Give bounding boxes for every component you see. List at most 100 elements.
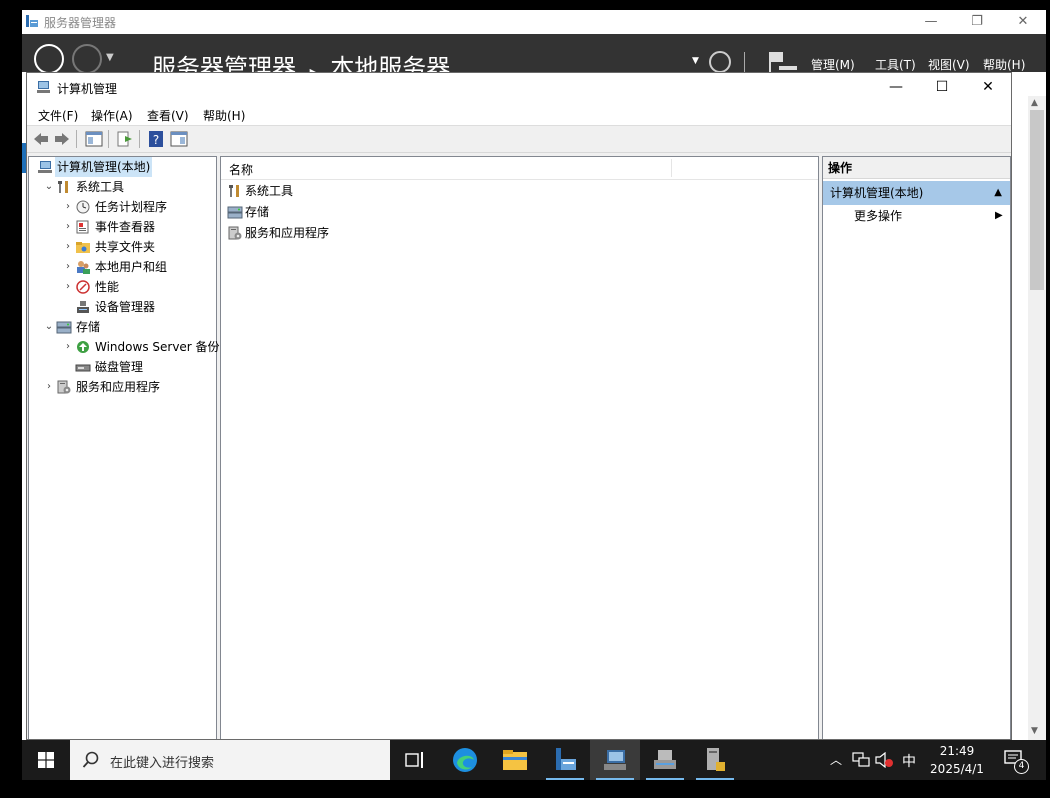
taskbar-search-box[interactable]: 在此键入进行搜索: [70, 740, 390, 780]
show-hidden-icons-chevron-icon[interactable]: ︿: [830, 751, 842, 768]
cm-toolbar: ?: [27, 126, 1011, 153]
tree-node-label: 计算机管理(本地): [55, 157, 153, 177]
computer-management-icon: [38, 161, 52, 173]
device-manager-icon: [77, 301, 89, 313]
tree-node[interactable]: 计算机管理(本地): [31, 157, 217, 177]
tree-node-label: 存储: [76, 320, 101, 334]
ime-indicator[interactable]: 中: [902, 751, 916, 771]
back-arrow-icon[interactable]: [34, 44, 64, 74]
shared-folders-icon: [76, 242, 90, 253]
taskbar-edge[interactable]: [440, 740, 490, 780]
menu-file[interactable]: 文件(F): [38, 107, 78, 124]
taskbar-file-explorer[interactable]: [490, 740, 540, 780]
refresh-icon[interactable]: [709, 51, 731, 73]
column-divider[interactable]: [671, 159, 672, 177]
sm-minimize-button[interactable]: —: [908, 10, 954, 34]
taskbar: 在此键入进行搜索 ︿ 中 21:49 2025/4/1 4: [22, 740, 1046, 780]
notification-center-button[interactable]: 4: [1004, 749, 1029, 774]
breadcrumb-dropdown-icon[interactable]: ▼: [692, 56, 699, 66]
server-manager-scrollbar[interactable]: ▲ ▼: [1028, 96, 1046, 740]
action-group-computer-management[interactable]: 计算机管理(本地) ▲: [823, 181, 1010, 205]
performance-icon: [76, 280, 90, 294]
locked-server-icon: [707, 748, 725, 771]
scroll-down-icon[interactable]: ▼: [1031, 726, 1038, 736]
show-hide-action-pane-icon[interactable]: [170, 130, 188, 148]
computer-management-window: 计算机管理 — ☐ ✕ 文件(F) 操作(A) 查看(V) 帮助(H) ? 计算…: [26, 72, 1012, 740]
tree-node-label: 共享文件夹: [95, 240, 156, 254]
collapsed-chevron-icon[interactable]: ›: [63, 257, 73, 277]
forward-arrow-icon[interactable]: [72, 44, 102, 74]
network-icon[interactable]: [852, 752, 870, 768]
back-arrow-icon[interactable]: [32, 130, 50, 148]
start-button[interactable]: [22, 740, 70, 780]
tree-node[interactable]: › 服务和应用程序: [31, 377, 217, 397]
action-group-label: 计算机管理(本地): [830, 186, 924, 200]
menu-help[interactable]: 帮助(H): [203, 107, 245, 124]
notifications-flag-icon[interactable]: [767, 50, 797, 72]
submenu-arrow-icon[interactable]: ▶: [995, 207, 1003, 225]
tree-node[interactable]: › 事件查看器: [31, 217, 217, 237]
server-manager-title: 服务器管理器: [44, 16, 117, 30]
collapsed-chevron-icon[interactable]: ›: [63, 217, 73, 237]
help-icon[interactable]: ?: [147, 130, 165, 148]
tree-node[interactable]: ⌄ 存储: [31, 317, 217, 337]
cm-maximize-button[interactable]: ☐: [919, 73, 965, 101]
sm-restore-button[interactable]: ❐: [954, 10, 1000, 34]
taskbar-hyperv[interactable]: [640, 740, 690, 780]
tree-node[interactable]: › 性能: [31, 277, 217, 297]
services-apps-icon: [228, 226, 242, 240]
server-manager-app-icon: [26, 15, 38, 27]
tree-node[interactable]: › 共享文件夹: [31, 237, 217, 257]
collapse-triangle-icon[interactable]: ▲: [994, 181, 1002, 205]
cm-titlebar: 计算机管理 — ☐ ✕: [27, 73, 1011, 101]
action-pane: 操作 计算机管理(本地) ▲ 更多操作 ▶: [822, 156, 1011, 739]
cm-minimize-button[interactable]: —: [873, 73, 919, 101]
tree-node[interactable]: › 本地用户和组: [31, 257, 217, 277]
menu-view[interactable]: 查看(V): [147, 107, 189, 124]
sm-close-button[interactable]: ✕: [1000, 10, 1046, 34]
server-manager-header: ▼ 服务器管理器 ▸ 本地服务器 ▼ 管理(M) 工具(T) 视图(V) 帮助(…: [22, 34, 1046, 82]
list-item-label: 服务和应用程序: [245, 226, 330, 240]
toolbar-separator: [139, 130, 140, 148]
task-scheduler-icon: [76, 200, 90, 214]
collapsed-chevron-icon[interactable]: ›: [63, 277, 73, 297]
scroll-up-icon[interactable]: ▲: [1031, 98, 1038, 108]
export-list-icon[interactable]: [116, 130, 134, 148]
collapsed-chevron-icon[interactable]: ›: [63, 337, 73, 357]
scrollbar-thumb[interactable]: [1030, 110, 1044, 290]
collapsed-chevron-icon[interactable]: ›: [63, 197, 73, 217]
menu-view[interactable]: 视图(V): [928, 56, 970, 73]
tree-node[interactable]: › 任务计划程序: [31, 197, 217, 217]
server-manager-icon: [556, 748, 576, 770]
server-device-icon: [654, 750, 676, 769]
menu-help[interactable]: 帮助(H): [983, 56, 1025, 73]
show-hide-tree-icon[interactable]: [85, 130, 103, 148]
collapsed-chevron-icon[interactable]: ›: [63, 237, 73, 257]
column-name-header[interactable]: 名称: [229, 161, 253, 178]
edge-browser-icon: [453, 748, 477, 772]
taskbar-computer-management[interactable]: [590, 740, 640, 780]
forward-arrow-icon[interactable]: [53, 130, 71, 148]
task-view-button[interactable]: [390, 740, 440, 780]
search-placeholder: 在此键入进行搜索: [110, 756, 215, 771]
menu-action[interactable]: 操作(A): [91, 107, 133, 124]
menu-tools[interactable]: 工具(T): [875, 56, 916, 73]
expanded-chevron-icon[interactable]: ⌄: [44, 317, 54, 337]
more-actions-item[interactable]: 更多操作: [854, 207, 902, 225]
history-dropdown-icon[interactable]: ▼: [106, 52, 114, 63]
cm-window-title: 计算机管理: [57, 82, 118, 96]
tree-node[interactable]: › Windows Server 备份: [31, 337, 220, 357]
tree-node[interactable]: ⌄ 系统工具: [31, 177, 217, 197]
tree-node[interactable]: 设备管理器: [31, 297, 217, 317]
taskbar-server-manager[interactable]: [540, 740, 590, 780]
backup-icon: [77, 341, 89, 353]
cm-close-button[interactable]: ✕: [965, 73, 1011, 101]
tree-node[interactable]: 磁盘管理: [31, 357, 217, 377]
taskbar-clock[interactable]: 21:49 2025/4/1: [922, 742, 992, 778]
menu-manage[interactable]: 管理(M): [811, 56, 855, 73]
collapsed-chevron-icon[interactable]: ›: [44, 377, 54, 397]
expanded-chevron-icon[interactable]: ⌄: [44, 177, 54, 197]
taskbar-security-server[interactable]: [690, 740, 740, 780]
storage-icon: [56, 321, 72, 334]
volume-muted-icon[interactable]: [875, 752, 893, 768]
